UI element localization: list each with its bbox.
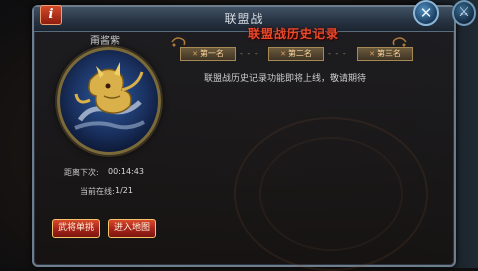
enter-map-button[interactable]: 进入地图	[108, 219, 156, 238]
rank-marker-icon: ✕	[192, 50, 198, 58]
close-icon[interactable]: ✕	[413, 0, 439, 26]
rank-label: 第一名	[199, 49, 224, 58]
rank-label: 第三名	[376, 49, 401, 58]
timer-value: 00:14:43	[108, 167, 144, 176]
rank-first-tab[interactable]: ✕ 第一名	[180, 47, 236, 61]
timer-label: 距离下次:	[64, 168, 99, 177]
coming-soon-notice: 联盟战历史记录功能即将上线，敬请期待	[204, 74, 367, 84]
window-title: 联盟战	[224, 12, 264, 26]
background-sigil-inner	[259, 137, 403, 251]
title-bar: 联盟战	[34, 7, 454, 32]
rank-marker-icon: ✕	[369, 50, 375, 58]
history-title: 联盟战历史记录	[248, 27, 340, 41]
online-label: 当前在线:	[80, 187, 115, 196]
online-value: 1/21	[115, 186, 133, 195]
rank-third-tab[interactable]: ✕ 第三名	[357, 47, 413, 61]
rank-label: 第二名	[287, 49, 312, 58]
guild-name: 甭酱紫	[90, 36, 120, 47]
info-icon[interactable]: i	[40, 5, 62, 25]
rank-second-tab[interactable]: ✕ 第二名	[268, 47, 324, 61]
rank-connector: - - -	[240, 49, 259, 58]
golden-dragon-emblem-icon	[57, 47, 161, 155]
duel-button[interactable]: 武将单挑	[52, 219, 100, 238]
rank-marker-icon: ✕	[280, 50, 286, 58]
rank-connector: - - -	[328, 49, 347, 58]
crossed-swords-icon[interactable]: ⚔	[452, 0, 476, 26]
